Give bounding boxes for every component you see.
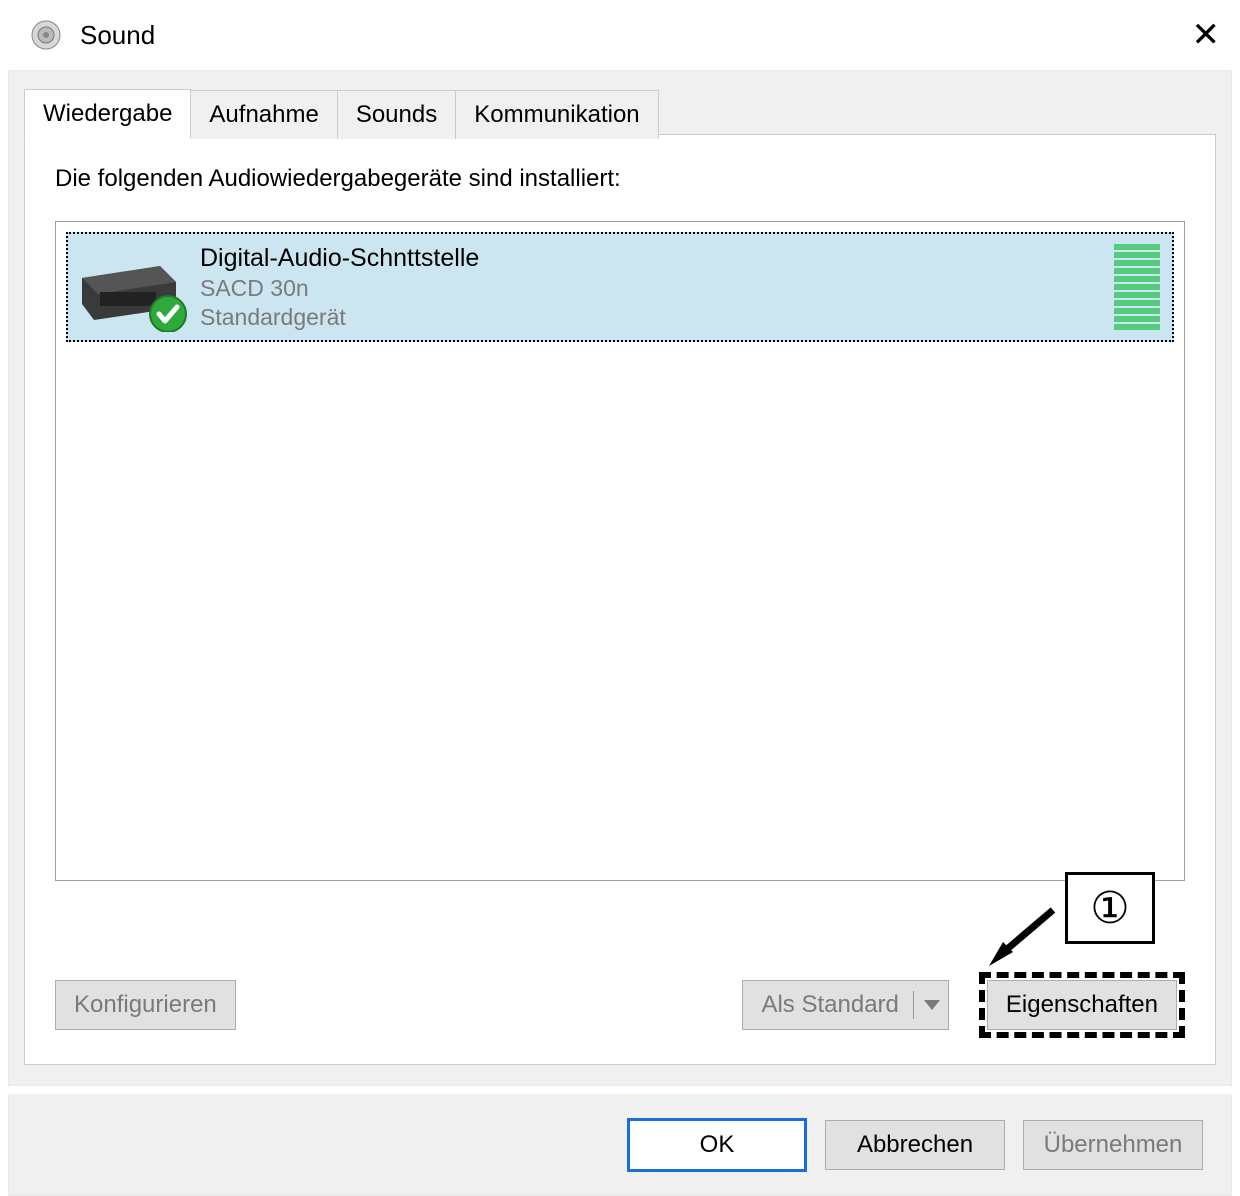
- device-text: Digital-Audio-Schnttstelle SACD 30n Stan…: [196, 243, 1114, 332]
- speaker-icon: [30, 19, 62, 51]
- dialog-footer: OK Abbrechen Übernehmen: [8, 1094, 1232, 1196]
- chevron-down-icon: [924, 1000, 940, 1010]
- level-meter-icon: [1114, 244, 1160, 330]
- device-list[interactable]: Digital-Audio-Schnttstelle SACD 30n Stan…: [55, 221, 1185, 881]
- properties-button[interactable]: Eigenschaften: [987, 980, 1177, 1030]
- cancel-button[interactable]: Abbrechen: [825, 1120, 1005, 1170]
- callout-label: ①: [1090, 883, 1129, 934]
- device-icon: [76, 242, 196, 332]
- dialog-body: Wiedergabe Aufnahme Sounds Kommunikation…: [8, 70, 1232, 1086]
- device-status: Standardgerät: [200, 303, 1114, 332]
- playback-panel: Die folgenden Audiowiedergabegeräte sind…: [24, 134, 1216, 1065]
- tabstrip: Wiedergabe Aufnahme Sounds Kommunikation: [24, 89, 658, 139]
- instruction-text: Die folgenden Audiowiedergabegeräte sind…: [55, 165, 1185, 193]
- device-name: Digital-Audio-Schnttstelle: [200, 243, 1114, 274]
- close-icon[interactable]: ✕: [1192, 18, 1221, 52]
- titlebar: Sound ✕: [0, 0, 1240, 70]
- tab-sounds[interactable]: Sounds: [337, 90, 456, 139]
- configure-button[interactable]: Konfigurieren: [55, 980, 236, 1030]
- apply-button[interactable]: Übernehmen: [1023, 1120, 1203, 1170]
- sound-window: Sound ✕ Wiedergabe Aufnahme Sounds Kommu…: [0, 0, 1240, 1196]
- arrow-icon: [985, 902, 1065, 972]
- device-line2: SACD 30n: [200, 274, 1114, 303]
- tab-recording[interactable]: Aufnahme: [190, 90, 337, 139]
- ok-button[interactable]: OK: [627, 1118, 807, 1172]
- panel-button-row: Konfigurieren Als Standard Eigenschaften: [55, 972, 1185, 1038]
- set-default-label: Als Standard: [761, 991, 898, 1019]
- properties-highlight: Eigenschaften: [979, 972, 1185, 1038]
- tab-playback[interactable]: Wiedergabe: [24, 89, 191, 139]
- tab-communication[interactable]: Kommunikation: [455, 90, 658, 139]
- set-default-button[interactable]: Als Standard: [742, 980, 948, 1030]
- window-title: Sound: [80, 20, 1192, 51]
- callout-1: ①: [1065, 872, 1155, 944]
- device-item[interactable]: Digital-Audio-Schnttstelle SACD 30n Stan…: [66, 232, 1174, 342]
